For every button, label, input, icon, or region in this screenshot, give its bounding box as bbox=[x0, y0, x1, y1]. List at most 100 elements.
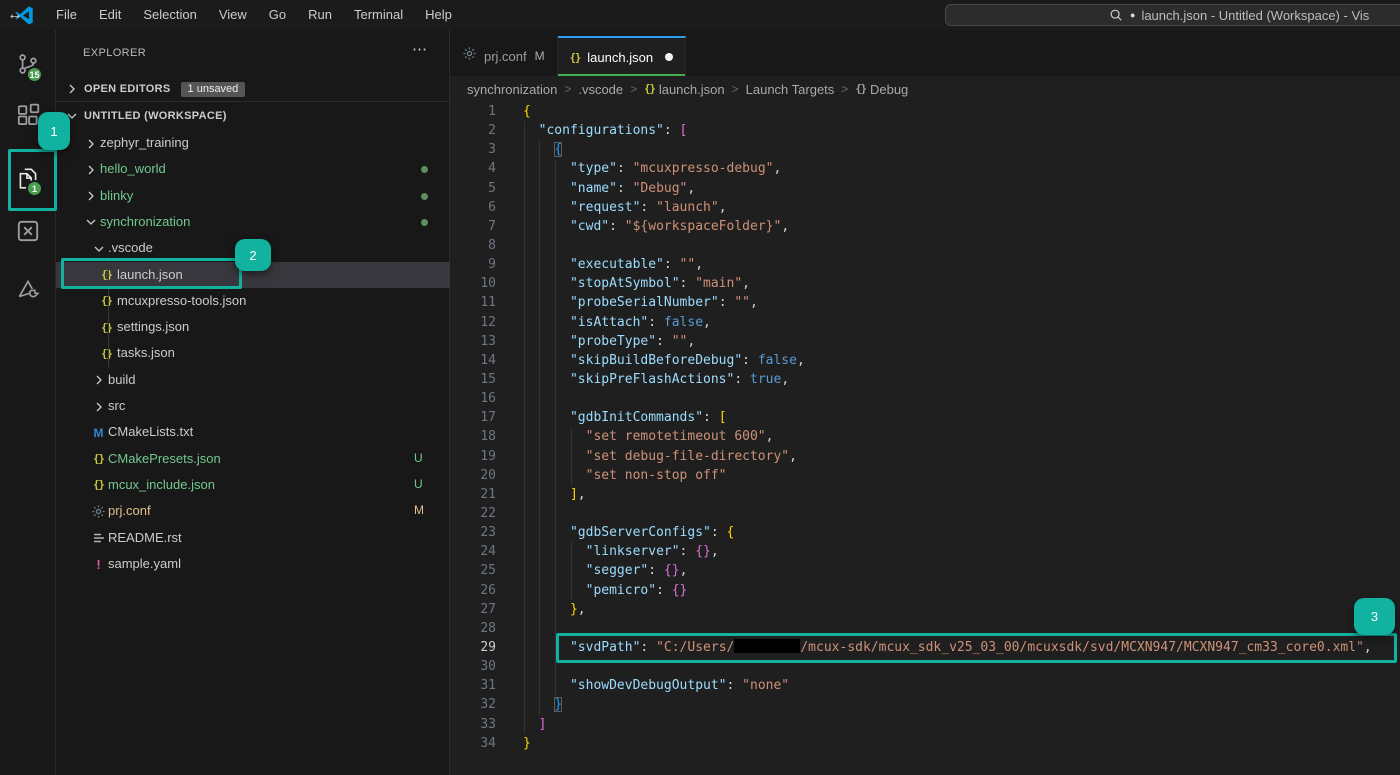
line-number[interactable]: 22 bbox=[450, 504, 496, 523]
code-line-3[interactable]: 3 { bbox=[450, 140, 1400, 159]
tree-item-cmakepresets-json[interactable]: {}CMakePresets.jsonU bbox=[56, 446, 450, 472]
code-line-32[interactable]: 32 } bbox=[450, 695, 1400, 714]
line-number[interactable]: 6 bbox=[450, 198, 496, 217]
code-line-1[interactable]: 1{ bbox=[450, 102, 1400, 121]
code-line-22[interactable]: 22 bbox=[450, 504, 1400, 523]
code-line-16[interactable]: 16 bbox=[450, 389, 1400, 408]
code-line-5[interactable]: 5 "name": "Debug", bbox=[450, 179, 1400, 198]
tree-item-readme-rst[interactable]: README.rst bbox=[56, 525, 450, 551]
code-line-14[interactable]: 14 "skipBuildBeforeDebug": false, bbox=[450, 351, 1400, 370]
line-number[interactable]: 13 bbox=[450, 332, 496, 351]
open-editors-section[interactable]: OPEN EDITORS 1 unsaved bbox=[56, 76, 450, 102]
code-line-15[interactable]: 15 "skipPreFlashActions": true, bbox=[450, 370, 1400, 389]
line-number[interactable]: 24 bbox=[450, 542, 496, 561]
code-line-17[interactable]: 17 "gdbInitCommands": [ bbox=[450, 408, 1400, 427]
code-line-21[interactable]: 21 ], bbox=[450, 485, 1400, 504]
line-number[interactable]: 21 bbox=[450, 485, 496, 504]
code-line-9[interactable]: 9 "executable": "", bbox=[450, 255, 1400, 274]
line-number[interactable]: 32 bbox=[450, 695, 496, 714]
code-line-13[interactable]: 13 "probeType": "", bbox=[450, 332, 1400, 351]
code-line-34[interactable]: 34} bbox=[450, 734, 1400, 753]
line-number[interactable]: 27 bbox=[450, 600, 496, 619]
code-line-18[interactable]: 18 "set remotetimeout 600", bbox=[450, 427, 1400, 446]
code-line-2[interactable]: 2 "configurations": [ bbox=[450, 121, 1400, 140]
line-number[interactable]: 33 bbox=[450, 715, 496, 734]
code-line-19[interactable]: 19 "set debug-file-directory", bbox=[450, 447, 1400, 466]
line-number[interactable]: 26 bbox=[450, 581, 496, 600]
tree-item-prj-conf[interactable]: prj.confM bbox=[56, 498, 450, 524]
breadcrumb-launch-targets[interactable]: Launch Targets bbox=[746, 82, 835, 97]
line-number[interactable]: 30 bbox=[450, 657, 496, 676]
tree-item-tasks-json[interactable]: {}tasks.json bbox=[56, 340, 450, 366]
tab-prj-conf[interactable]: prj.confM bbox=[450, 36, 558, 76]
line-number[interactable]: 19 bbox=[450, 447, 496, 466]
menu-view[interactable]: View bbox=[208, 0, 258, 30]
breadcrumb-launch-json[interactable]: {}launch.json bbox=[644, 82, 724, 97]
tree-item-zephyr-training[interactable]: zephyr_training bbox=[56, 130, 450, 156]
line-number[interactable]: 3 bbox=[450, 140, 496, 159]
tree-item-src[interactable]: src bbox=[56, 393, 450, 419]
line-number[interactable]: 2 bbox=[450, 121, 496, 140]
code-line-25[interactable]: 25 "segger": {}, bbox=[450, 561, 1400, 580]
line-number[interactable]: 34 bbox=[450, 734, 496, 753]
line-number[interactable]: 31 bbox=[450, 676, 496, 695]
line-number[interactable]: 10 bbox=[450, 274, 496, 293]
line-number[interactable]: 11 bbox=[450, 293, 496, 312]
code-line-20[interactable]: 20 "set non-stop off" bbox=[450, 466, 1400, 485]
more-actions-icon[interactable]: ⋯ bbox=[412, 40, 428, 58]
command-center-search[interactable]: ● launch.json - Untitled (Workspace) - V… bbox=[945, 4, 1400, 26]
code-line-33[interactable]: 33 ] bbox=[450, 715, 1400, 734]
menu-selection[interactable]: Selection bbox=[132, 0, 207, 30]
tree-item-blinky[interactable]: blinky bbox=[56, 183, 450, 209]
line-number[interactable]: 5 bbox=[450, 179, 496, 198]
menu-edit[interactable]: Edit bbox=[88, 0, 132, 30]
menu-run[interactable]: Run bbox=[297, 0, 343, 30]
line-number[interactable]: 9 bbox=[450, 255, 496, 274]
line-number[interactable]: 15 bbox=[450, 370, 496, 389]
menu-file[interactable]: File bbox=[45, 0, 88, 30]
menu-help[interactable]: Help bbox=[414, 0, 463, 30]
line-number[interactable]: 14 bbox=[450, 351, 496, 370]
line-number[interactable]: 28 bbox=[450, 619, 496, 638]
line-number[interactable]: 7 bbox=[450, 217, 496, 236]
line-number[interactable]: 1 bbox=[450, 102, 496, 121]
tree-item-build[interactable]: build bbox=[56, 367, 450, 393]
code-line-7[interactable]: 7 "cwd": "${workspaceFolder}", bbox=[450, 217, 1400, 236]
code-line-10[interactable]: 10 "stopAtSymbol": "main", bbox=[450, 274, 1400, 293]
code-line-4[interactable]: 4 "type": "mcuxpresso-debug", bbox=[450, 159, 1400, 178]
line-number[interactable]: 17 bbox=[450, 408, 496, 427]
line-number[interactable]: 29 bbox=[450, 638, 496, 657]
forward-arrow-icon[interactable]: → bbox=[0, 0, 30, 30]
code-line-12[interactable]: 12 "isAttach": false, bbox=[450, 313, 1400, 332]
line-number[interactable]: 20 bbox=[450, 466, 496, 485]
breadcrumb-synchronization[interactable]: synchronization bbox=[467, 82, 557, 97]
line-number[interactable]: 16 bbox=[450, 389, 496, 408]
tree-item-hello-world[interactable]: hello_world bbox=[56, 156, 450, 182]
line-number[interactable]: 4 bbox=[450, 159, 496, 178]
tree-item-settings-json[interactable]: {}settings.json bbox=[56, 314, 450, 340]
menu-go[interactable]: Go bbox=[258, 0, 297, 30]
code-line-6[interactable]: 6 "request": "launch", bbox=[450, 198, 1400, 217]
breadcrumb-debug[interactable]: {}Debug bbox=[855, 82, 908, 97]
code-line-26[interactable]: 26 "pemicro": {} bbox=[450, 581, 1400, 600]
tree-item-synchronization[interactable]: synchronization bbox=[56, 209, 450, 235]
code-line-24[interactable]: 24 "linkserver": {}, bbox=[450, 542, 1400, 561]
line-number[interactable]: 25 bbox=[450, 561, 496, 580]
line-number[interactable]: 8 bbox=[450, 236, 496, 255]
line-number[interactable]: 18 bbox=[450, 427, 496, 446]
tree-item-mcux-include-json[interactable]: {}mcux_include.jsonU bbox=[56, 472, 450, 498]
code-line-23[interactable]: 23 "gdbServerConfigs": { bbox=[450, 523, 1400, 542]
workspace-section-header[interactable]: UNTITLED (WORKSPACE) bbox=[56, 103, 450, 129]
code-line-31[interactable]: 31 "showDevDebugOutput": "none" bbox=[450, 676, 1400, 695]
line-number[interactable]: 23 bbox=[450, 523, 496, 542]
x-box-activity-item[interactable] bbox=[0, 209, 55, 257]
code-line-27[interactable]: 27 }, bbox=[450, 600, 1400, 619]
tab-launch-json[interactable]: {}launch.json bbox=[558, 36, 686, 76]
source-control-activity-item[interactable]: 15 bbox=[0, 42, 55, 90]
line-number[interactable]: 12 bbox=[450, 313, 496, 332]
code-line-8[interactable]: 8 bbox=[450, 236, 1400, 255]
tree-item-mcuxpresso-tools-json[interactable]: {}mcuxpresso-tools.json bbox=[56, 288, 450, 314]
mcux-tools-activity-item[interactable] bbox=[0, 267, 55, 315]
code-line-11[interactable]: 11 "probeSerialNumber": "", bbox=[450, 293, 1400, 312]
breadcrumb--vscode[interactable]: .vscode bbox=[578, 82, 623, 97]
